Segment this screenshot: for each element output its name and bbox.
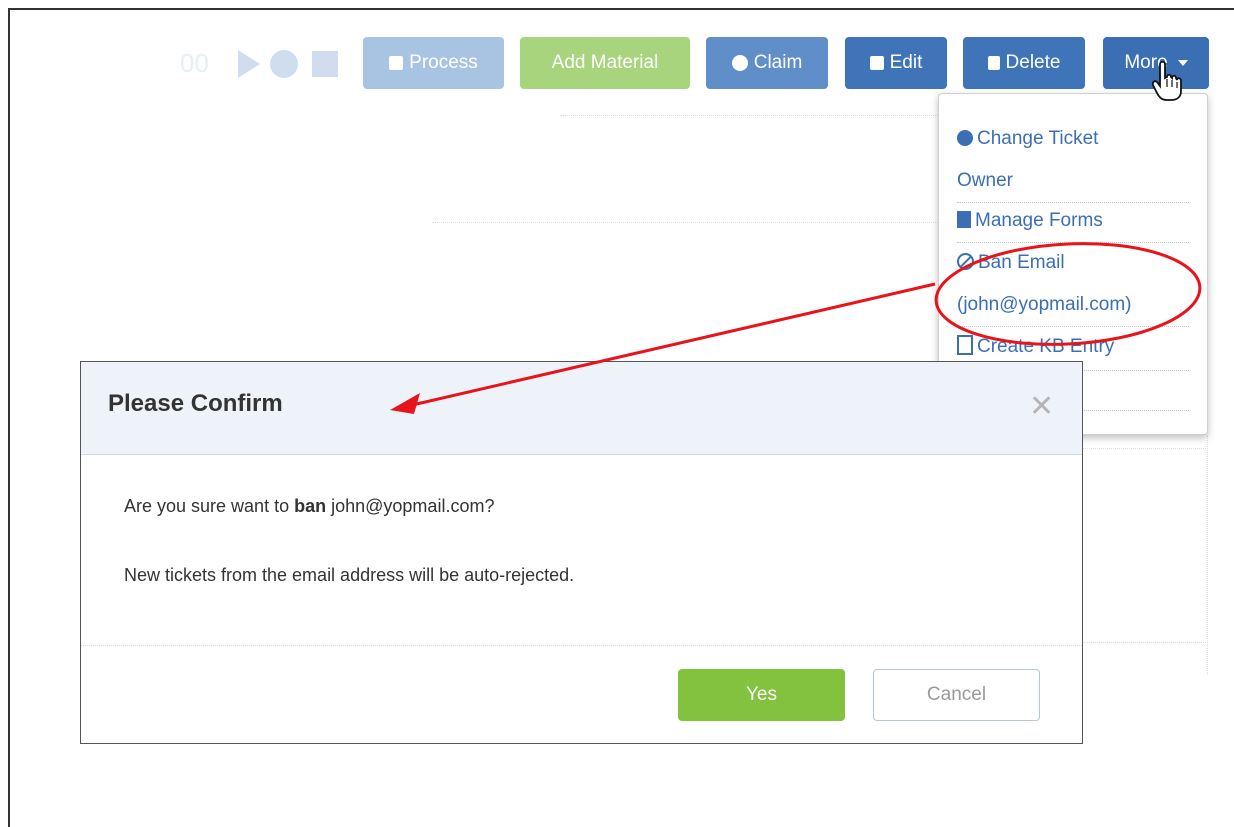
menu-item-change-ticket-owner[interactable]: Change Ticket Owner (957, 118, 1193, 202)
confirm-note: New tickets from the email address will … (124, 565, 575, 585)
stop-icon[interactable] (312, 51, 338, 77)
add-material-button[interactable]: Add Material (520, 37, 690, 89)
process-button-label: Process (409, 52, 478, 73)
hand-cursor-icon (1151, 60, 1182, 101)
dialog-title: Please Confirm (108, 390, 283, 417)
divider (432, 222, 938, 223)
close-icon[interactable]: ✕ (1029, 392, 1054, 422)
user-circle-icon (957, 130, 973, 146)
claim-button-label: Claim (753, 52, 803, 73)
add-material-button-label: Add Material (551, 52, 659, 73)
play-icon[interactable] (238, 50, 260, 78)
edit-button-label: Edit (889, 52, 923, 73)
menu-item-label: Owner (957, 170, 1013, 191)
menu-item-label: Change Ticket (977, 128, 1099, 149)
divider (1083, 642, 1208, 643)
delete-button-label: Delete (1005, 52, 1061, 73)
process-button[interactable]: Process (363, 37, 504, 89)
menu-item-label: (john@yopmail.com) (957, 294, 1132, 315)
cancel-button[interactable]: Cancel (873, 669, 1040, 721)
yes-button-label: Yes (746, 684, 777, 705)
user-circle-icon (731, 55, 748, 71)
divider (560, 115, 940, 116)
dialog-header: Please Confirm ✕ (81, 362, 1082, 455)
edit-icon (869, 56, 884, 70)
menu-item-ban-email[interactable]: Ban Email (john@yopmail.com) (957, 242, 1193, 326)
confirm-message-bold: ban (294, 496, 327, 516)
trash-icon (987, 56, 1000, 70)
dialog-footer-divider (81, 645, 1082, 646)
confirm-dialog: Please Confirm ✕ Are you sure want to ba… (80, 361, 1083, 744)
confirm-message-suffix: john@yopmail.com? (326, 496, 495, 516)
confirm-message-prefix: Are you sure want to (124, 496, 295, 516)
menu-item-label: Create KB Entry (977, 336, 1115, 357)
edit-button[interactable]: Edit (845, 37, 947, 89)
delete-button[interactable]: Delete (963, 37, 1085, 89)
divider (1207, 435, 1208, 675)
timer-display: 00 (180, 48, 209, 78)
copy-icon (957, 211, 971, 228)
file-text-icon (957, 335, 973, 355)
record-icon[interactable] (270, 50, 298, 78)
divider (1083, 448, 1208, 449)
ticket-toolbar: 00 Process Add Material Claim Edit Delet… (0, 0, 1234, 100)
menu-item-label: Ban Email (978, 252, 1065, 273)
menu-item-manage-forms[interactable]: Manage Forms (957, 200, 1193, 242)
edit-square-icon (389, 56, 404, 70)
confirm-message: Are you sure want to ban john@yopmail.co… (124, 496, 494, 517)
menu-item-label: Manage Forms (975, 210, 1103, 231)
ban-icon (957, 253, 974, 270)
yes-button[interactable]: Yes (678, 669, 845, 721)
cancel-button-label: Cancel (926, 684, 987, 705)
claim-button[interactable]: Claim (706, 37, 828, 89)
